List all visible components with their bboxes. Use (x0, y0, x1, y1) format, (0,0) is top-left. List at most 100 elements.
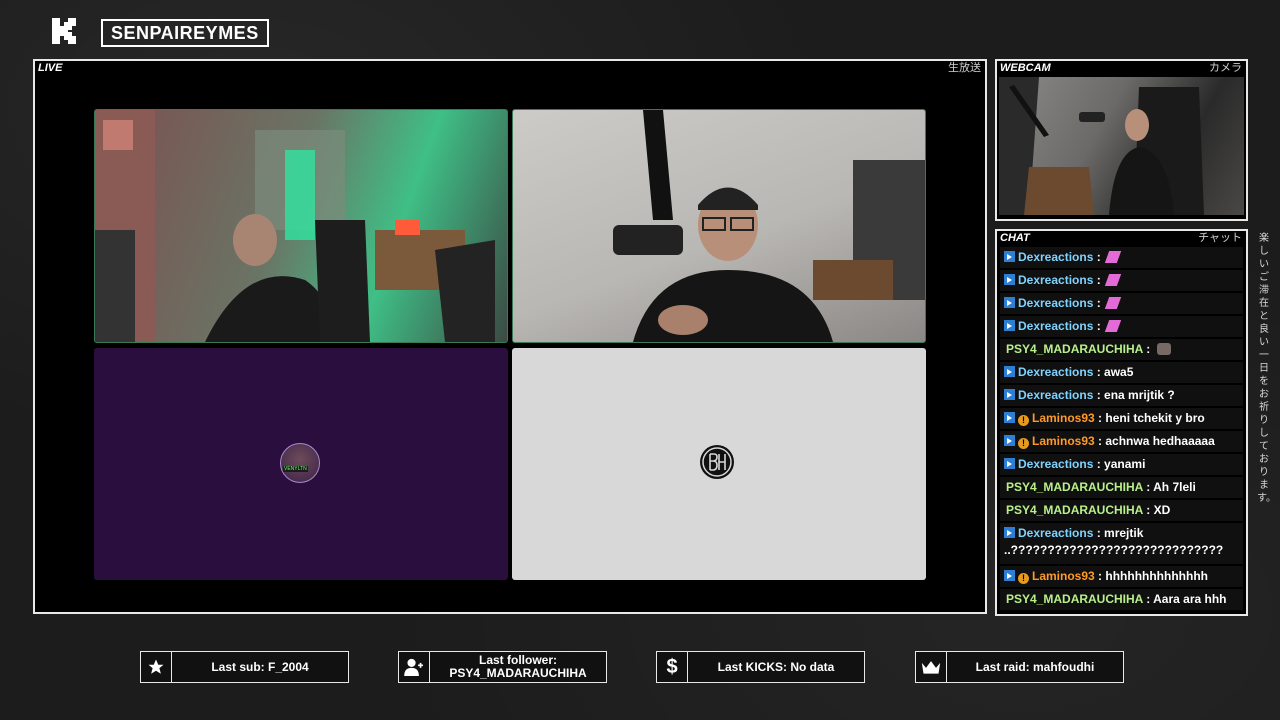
chat-text: heni tchekit y bro (1105, 411, 1205, 425)
chat-panel: CHAT チャット Dexreactions : Dexreactions : … (995, 229, 1248, 616)
emote-icon (1104, 297, 1122, 309)
chat-username[interactable]: PSY4_MADARAUCHIHA (1006, 480, 1143, 494)
chat-text: mrejtik (1104, 526, 1144, 540)
chat-username[interactable]: Dexreactions (1018, 457, 1093, 471)
live-label-jp: 生放送 (948, 62, 981, 74)
chat-username[interactable]: PSY4_MADARAUCHIHA (1006, 503, 1143, 517)
chat-label: CHAT (1000, 232, 1030, 244)
emote-icon (1104, 251, 1122, 263)
webcam-panel: WEBCAM カメラ (995, 59, 1248, 221)
last-kicks-text: Last KICKS: No data (717, 659, 835, 674)
live-panel: LIVE 生放送 VENYLTN (33, 59, 987, 614)
last-sub-widget: Last sub: F_2004 (140, 651, 349, 683)
kick-badge-icon (1004, 527, 1015, 538)
webcam-feed[interactable] (999, 77, 1244, 215)
webcam-label-jp: カメラ (1209, 62, 1242, 74)
video-tile-guest-3[interactable] (512, 348, 926, 580)
chat-message: Dexreactions : mrejtik..????????????????… (1000, 523, 1243, 564)
chat-text: ena mrijtik ? (1104, 388, 1175, 402)
chat-username[interactable]: Laminos93 (1032, 569, 1095, 583)
webcam-label: WEBCAM (1000, 62, 1051, 74)
kick-badge-icon (1004, 320, 1015, 331)
chat-username[interactable]: Dexreactions (1018, 526, 1093, 540)
kick-badge-icon (1004, 458, 1015, 469)
last-sub-text: Last sub: F_2004 (211, 659, 309, 674)
chat-message: ! Laminos93 : hhhhhhhhhhhhhh (1000, 566, 1243, 587)
chat-username[interactable]: Dexreactions (1018, 388, 1093, 402)
dollar-icon: $ (657, 652, 688, 682)
chat-username[interactable]: PSY4_MADARAUCHIHA (1006, 342, 1143, 356)
stream-stage: VENYLTN (35, 76, 985, 612)
webcam-image (999, 77, 1204, 215)
chat-message: Dexreactions : (1000, 247, 1243, 268)
chat-username[interactable]: Dexreactions (1018, 365, 1093, 379)
guest-2-avatar-tag: VENYLTN (283, 466, 308, 472)
emote-icon (1156, 343, 1171, 355)
chat-message: Dexreactions : ena mrijtik ? (1000, 385, 1243, 406)
crown-icon (916, 652, 947, 682)
kick-badge-icon (1004, 366, 1015, 377)
chat-username[interactable]: Laminos93 (1032, 434, 1095, 448)
chat-message: PSY4_MADARAUCHIHA : XD (1000, 500, 1243, 521)
chat-panel-header: CHAT チャット (997, 231, 1246, 245)
last-follower-text: Last follower: PSY4_MADARAUCHIHA (430, 652, 606, 682)
last-raid-text: Last raid: mahfoudhi (975, 659, 1095, 674)
sub-badge-icon: ! (1018, 415, 1029, 426)
webcam-panel-header: WEBCAM カメラ (997, 61, 1246, 75)
host-video (613, 110, 925, 342)
chat-message: Dexreactions : awa5 (1000, 362, 1243, 383)
chat-message: Dexreactions : (1000, 293, 1243, 314)
kick-badge-icon (1004, 274, 1015, 285)
chat-text: yanami (1104, 457, 1146, 471)
chat-text-continuation: ..????????????????????????????? (1004, 543, 1224, 557)
last-kicks-widget: $ Last KICKS: No data (656, 651, 865, 683)
emote-icon (1104, 320, 1122, 332)
chat-message: PSY4_MADARAUCHIHA : Ah 7leli (1000, 477, 1243, 498)
kick-badge-icon (1004, 251, 1015, 262)
live-label: LIVE (38, 62, 63, 74)
live-panel-header: LIVE 生放送 (35, 61, 985, 75)
chat-message: Dexreactions : (1000, 270, 1243, 291)
chat-username[interactable]: Dexreactions (1018, 319, 1093, 333)
chat-text: Aara ara hhh (1153, 592, 1227, 606)
chat-username[interactable]: Dexreactions (1018, 250, 1093, 264)
sub-badge-icon: ! (1018, 438, 1029, 449)
chat-text: achnwa hedhaaaaa (1105, 434, 1215, 448)
guest-2-avatar: VENYLTN (280, 443, 320, 483)
star-icon (141, 652, 172, 682)
kick-badge-icon (1004, 570, 1015, 581)
chat-message: Dexreactions : (1000, 316, 1243, 337)
emote-icon (1104, 274, 1122, 286)
kick-badge-icon (1004, 297, 1015, 308)
chat-text: Ah 7leli (1153, 480, 1196, 494)
side-vertical-text: 楽しいご滞在と良い一日をお祈りしております。 (1257, 233, 1276, 504)
chat-username[interactable]: PSY4_MADARAUCHIHA (1006, 592, 1143, 606)
kick-badge-icon (1004, 412, 1015, 423)
chat-text: awa5 (1104, 365, 1134, 379)
chat-message: ! Laminos93 : achnwa hedhaaaaa (1000, 431, 1243, 452)
chat-message: PSY4_MADARAUCHIHA : Aara ara hhh (1000, 589, 1243, 610)
last-follower-widget: Last follower: PSY4_MADARAUCHIHA (398, 651, 607, 683)
user-plus-icon (399, 652, 430, 682)
chat-message: PSY4_MADARAUCHIHA : (1000, 339, 1243, 360)
chat-username[interactable]: Laminos93 (1032, 411, 1095, 425)
guest-1-video (95, 110, 495, 342)
chat-text: XD (1153, 503, 1171, 517)
chat-message: Dexreactions : yanami (1000, 454, 1243, 475)
guest-3-logo-icon (700, 445, 734, 479)
video-tile-guest-1[interactable] (94, 109, 508, 343)
chat-message-list[interactable]: Dexreactions : Dexreactions : Dexreactio… (997, 247, 1246, 614)
kick-badge-icon (1004, 435, 1015, 446)
chat-label-jp: チャット (1198, 232, 1242, 244)
last-follower-value: PSY4_MADARAUCHIHA (449, 666, 587, 680)
chat-username[interactable]: Dexreactions (1018, 273, 1093, 287)
chat-text: hhhhhhhhhhhhhh (1105, 569, 1208, 583)
video-tile-host[interactable] (512, 109, 926, 343)
sub-badge-icon: ! (1018, 573, 1029, 584)
chat-username[interactable]: Dexreactions (1018, 296, 1093, 310)
last-raid-widget: Last raid: mahfoudhi (915, 651, 1124, 683)
video-tile-guest-2[interactable]: VENYLTN (94, 348, 508, 580)
channel-name: SENPAIREYMES (101, 19, 269, 47)
chat-message: ! Laminos93 : heni tchekit y bro (1000, 408, 1243, 429)
kick-logo-icon (52, 18, 76, 44)
